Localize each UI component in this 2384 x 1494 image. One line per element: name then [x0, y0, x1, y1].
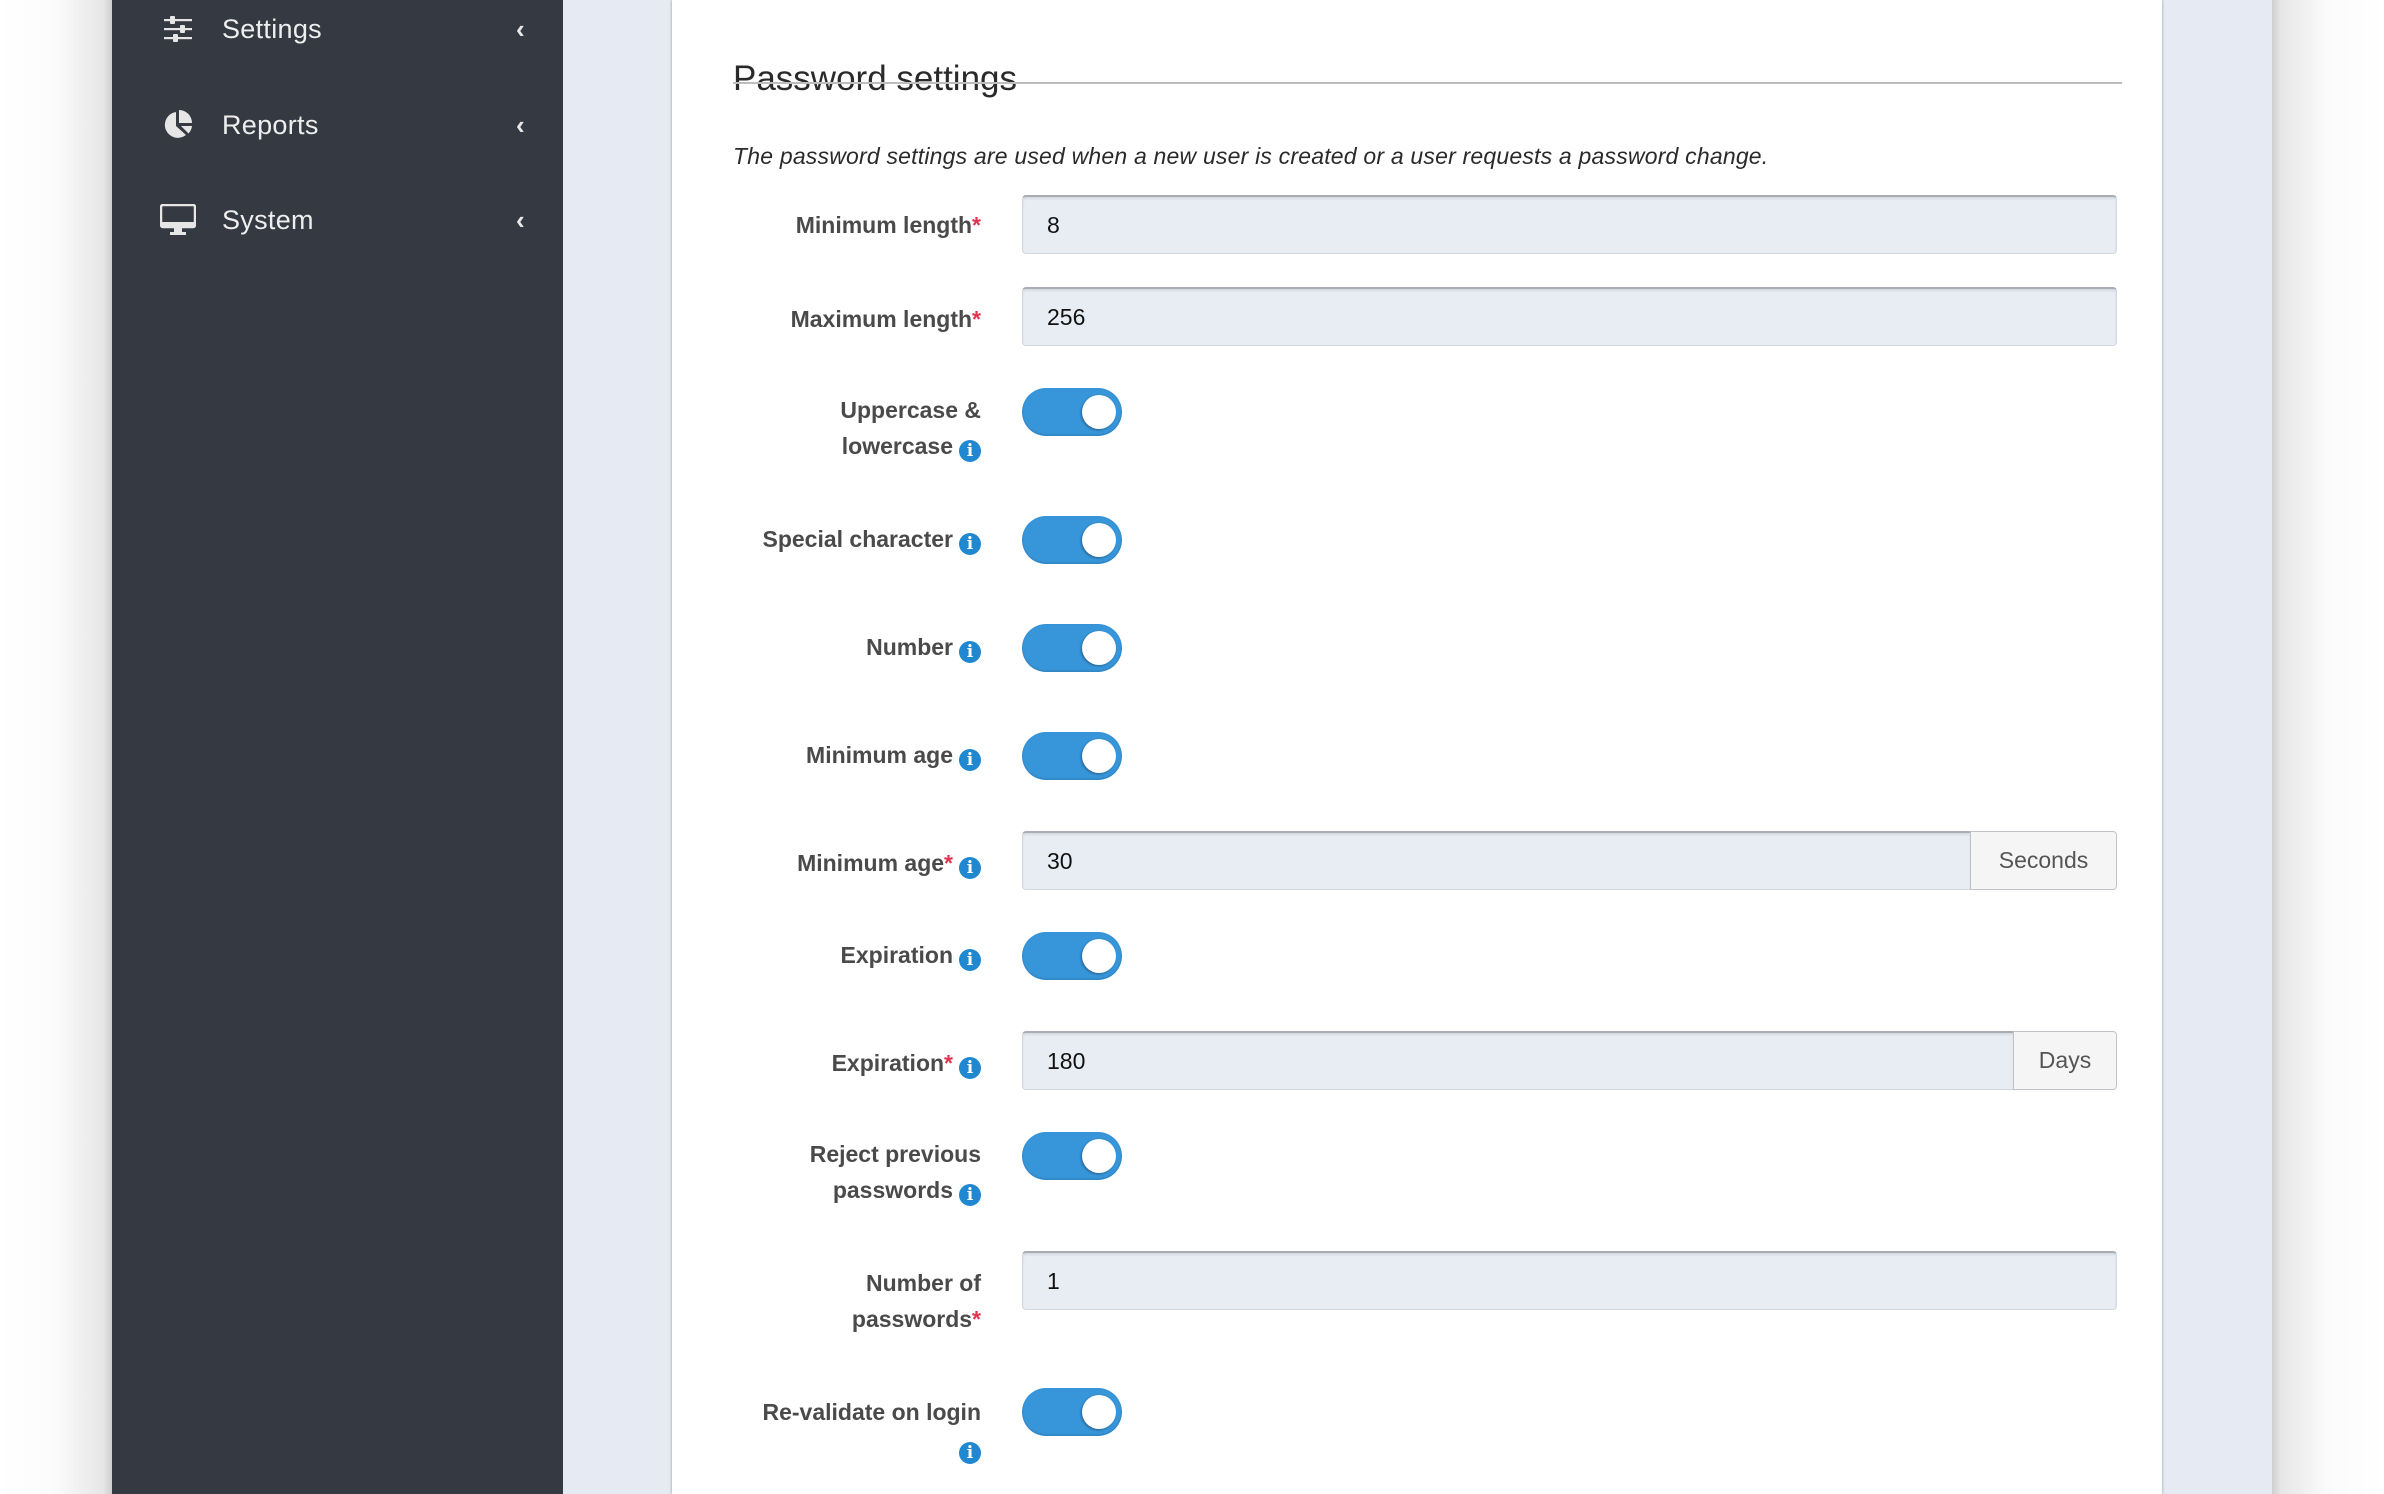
reject-previous-passwords-label: Reject previous passwords i [809, 1141, 981, 1206]
minimum-age-value-label: Minimum age* i [797, 845, 981, 881]
info-icon[interactable]: i [959, 533, 981, 555]
expiration-toggle-label: Expiration i [841, 937, 981, 973]
number-toggle[interactable] [1022, 624, 1122, 672]
info-icon[interactable]: i [959, 641, 981, 663]
sidebar-item-label: Reports [222, 109, 319, 140]
uppercase-lowercase-toggle[interactable] [1022, 388, 1122, 436]
expiration-value-label: Expiration* i [832, 1045, 981, 1081]
sidebar-item-label: Settings [222, 13, 322, 44]
maximum-length-label: Maximum length* [790, 306, 981, 332]
minimum-age-input-group: Seconds [1022, 831, 2117, 890]
sidebar: Settings ‹ Reports ‹ System ‹ [112, 0, 563, 1494]
info-icon[interactable]: i [959, 949, 981, 971]
toggle-knob [1082, 631, 1116, 665]
required-marker: * [972, 306, 981, 332]
special-character-label: Special character i [762, 521, 981, 557]
expiration-toggle[interactable] [1022, 932, 1122, 980]
required-marker: * [944, 850, 953, 876]
info-icon[interactable]: i [959, 857, 981, 879]
window-shadow-left [0, 0, 112, 1494]
minimum-age-toggle-label: Minimum age i [806, 737, 981, 773]
revalidate-on-login-label: Re-validate on login i [762, 1399, 981, 1464]
chevron-left-icon: ‹ [516, 13, 525, 44]
window-shadow-right [2272, 0, 2384, 1494]
days-unit-addon: Days [2013, 1031, 2117, 1090]
required-marker: * [972, 212, 981, 238]
minimum-age-input[interactable] [1022, 831, 1971, 890]
toggle-knob [1082, 395, 1116, 429]
desktop-icon [160, 202, 196, 238]
sliders-icon [160, 11, 196, 47]
minimum-length-input[interactable] [1022, 195, 2117, 254]
password-settings-card: Password settings The password settings … [672, 0, 2162, 1494]
toggle-knob [1082, 1395, 1116, 1429]
section-divider [733, 82, 2122, 84]
special-character-toggle[interactable] [1022, 516, 1122, 564]
info-icon[interactable]: i [959, 749, 981, 771]
chevron-left-icon: ‹ [516, 204, 525, 235]
number-of-passwords-label: Number of passwords* [851, 1270, 981, 1332]
number-of-passwords-input[interactable] [1022, 1251, 2117, 1310]
chevron-left-icon: ‹ [516, 109, 525, 140]
sidebar-item-reports[interactable]: Reports ‹ [112, 85, 563, 165]
pie-chart-icon [160, 107, 196, 143]
info-icon[interactable]: i [959, 1057, 981, 1079]
uppercase-lowercase-label: Uppercase & lowercase i [840, 397, 981, 462]
seconds-unit-addon: Seconds [1970, 831, 2117, 890]
toggle-knob [1082, 939, 1116, 973]
expiration-input[interactable] [1022, 1031, 2014, 1090]
info-icon[interactable]: i [959, 1184, 981, 1206]
info-icon[interactable]: i [959, 1442, 981, 1464]
required-marker: * [944, 1050, 953, 1076]
number-label: Number i [866, 629, 981, 665]
section-title: Password settings [733, 59, 1018, 99]
expiration-input-group: Days [1022, 1031, 2117, 1090]
toggle-knob [1082, 739, 1116, 773]
section-description: The password settings are used when a ne… [733, 143, 1769, 169]
toggle-knob [1082, 1139, 1116, 1173]
maximum-length-input[interactable] [1022, 287, 2117, 346]
minimum-age-toggle[interactable] [1022, 732, 1122, 780]
revalidate-on-login-toggle[interactable] [1022, 1388, 1122, 1436]
info-icon[interactable]: i [959, 440, 981, 462]
sidebar-item-system[interactable]: System ‹ [112, 180, 563, 260]
required-marker: * [972, 1306, 981, 1332]
sidebar-item-settings[interactable]: Settings ‹ [112, 0, 563, 69]
minimum-length-label: Minimum length* [795, 212, 981, 238]
toggle-knob [1082, 523, 1116, 557]
reject-previous-passwords-toggle[interactable] [1022, 1132, 1122, 1180]
sidebar-item-label: System [222, 204, 314, 235]
